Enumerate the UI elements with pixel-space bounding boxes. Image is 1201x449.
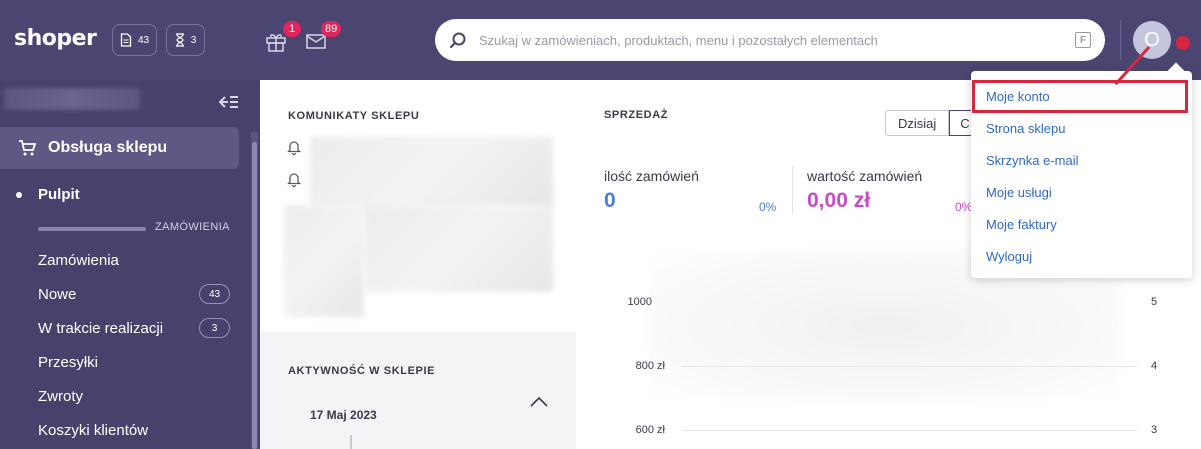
pending-count: 3 (190, 34, 197, 46)
menu-item-my-invoices[interactable]: Moje faktury (986, 217, 1057, 232)
search-shortcut-key: F (1075, 32, 1091, 48)
y-tick-left: 800 zł (635, 360, 665, 372)
nav-store-service[interactable]: Obsługa sklepu (0, 127, 239, 169)
activity-timeline-line (350, 435, 352, 449)
orders-count-change: 0% (759, 200, 777, 214)
orders-value-change: 0% (955, 200, 973, 214)
account-menu: Moje konto Strona sklepu Skrzynka e-mail… (971, 62, 1192, 278)
orders-shortcut-button[interactable]: 43 (112, 24, 157, 56)
menu-item-email-box[interactable]: Skrzynka e-mail (986, 153, 1078, 168)
sidebar-item-shipments[interactable]: Przesyłki (38, 354, 98, 371)
y-tick-right: 5 (1151, 296, 1158, 308)
store-messages-title: KOMUNIKATY SKLEPU (288, 110, 420, 122)
bell-icon (287, 173, 301, 187)
messages-badge: 89 (321, 21, 342, 37)
y-tick-left: 600 zł (635, 424, 665, 436)
message-content-redacted (364, 205, 553, 292)
collapse-sidebar-icon[interactable] (218, 94, 240, 110)
orders-count-value: 0 (604, 189, 616, 212)
new-orders-count: 43 (199, 284, 230, 304)
section-label-orders: ZAMÓWIENIA (155, 221, 230, 233)
message-content-redacted (284, 205, 364, 317)
sidebar-item-in-progress[interactable]: W trakcie realizacji (38, 320, 163, 337)
menu-item-store-page[interactable]: Strona sklepu (986, 121, 1066, 136)
store-name-redacted (4, 88, 140, 110)
active-item-dot (16, 192, 22, 198)
header-divider (1120, 20, 1121, 60)
nav-store-service-label: Obsługa sklepu (48, 139, 168, 156)
orders-count: 43 (137, 34, 150, 46)
top-bar: shoper 43 3 1 89 F O (0, 0, 1201, 80)
user-avatar[interactable]: O (1133, 21, 1171, 59)
orders-count-label: ilość zamówień (604, 168, 699, 184)
metric-divider (792, 166, 793, 214)
activity-date: 17 Maj 2023 (310, 408, 377, 422)
section-divider-line (38, 227, 146, 231)
sales-title: SPRZEDAŻ (604, 109, 669, 121)
annotation-pointer-dot (1176, 36, 1190, 50)
cart-icon (19, 140, 36, 156)
sidebar: Obsługa sklepu Pulpit ZAMÓWIENIA Zamówie… (0, 80, 260, 449)
chevron-up-icon[interactable] (530, 397, 548, 407)
gifts-badge: 1 (283, 21, 301, 37)
bell-icon (287, 141, 301, 155)
y-tick-right: 3 (1151, 424, 1158, 436)
sidebar-item-carts[interactable]: Koszyki klientów (38, 422, 148, 439)
period-today-button[interactable]: Dzisiaj (885, 110, 950, 136)
sidebar-item-returns[interactable]: Zwroty (38, 388, 83, 405)
highlight-box (972, 80, 1188, 113)
chart-gridline (682, 366, 1137, 367)
menu-item-my-services[interactable]: Moje usługi (986, 185, 1052, 200)
in-progress-count: 3 (199, 318, 230, 338)
pending-shortcut-button[interactable]: 3 (166, 24, 205, 56)
global-search: F (435, 19, 1105, 61)
sidebar-item-new[interactable]: Nowe (38, 286, 76, 303)
search-input[interactable] (479, 29, 1059, 51)
orders-value-value: 0,00 zł (807, 189, 871, 212)
shoper-logo[interactable]: shoper (14, 26, 97, 51)
sidebar-scrollbar-thumb[interactable] (252, 142, 257, 449)
chart-gridline (682, 430, 1137, 431)
y-tick-right: 4 (1151, 360, 1158, 372)
orders-value-label: wartość zamówień (807, 168, 923, 184)
sidebar-item-orders[interactable]: Zamówienia (38, 252, 119, 269)
menu-item-logout[interactable]: Wyloguj (986, 249, 1032, 264)
period-selector: Dzisiaj C (885, 110, 981, 136)
store-activity-title: AKTYWNOŚĆ W SKLEPIE (288, 365, 436, 377)
search-icon (449, 32, 466, 49)
hourglass-icon (175, 33, 184, 47)
sidebar-item-dashboard[interactable]: Pulpit (38, 186, 80, 203)
message-content-redacted (310, 137, 553, 207)
document-icon (120, 33, 132, 47)
y-tick-left: 1000 (627, 296, 652, 308)
